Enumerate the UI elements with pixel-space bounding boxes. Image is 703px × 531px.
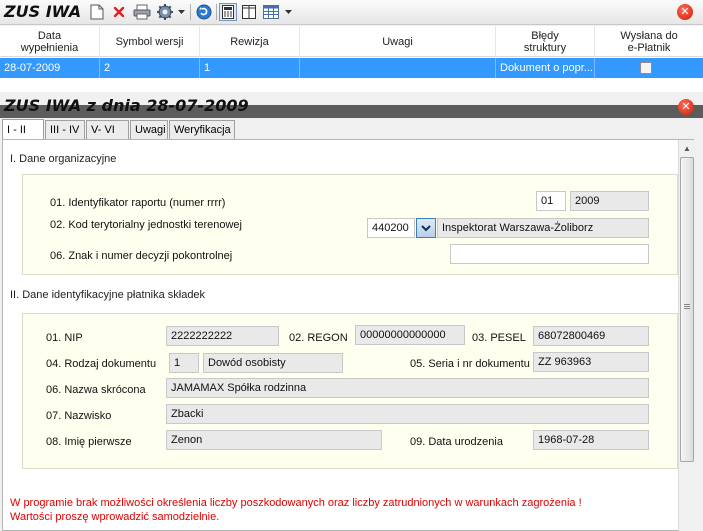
column-header-sent[interactable]: Wysłana do e-Płatnik <box>595 26 703 57</box>
nip-label: 01. NIP <box>46 332 83 344</box>
form-title: ZUS IWA z dnia 28-07-2009 <box>4 96 249 115</box>
document-type-code-field[interactable]: 1 <box>169 353 199 373</box>
column-header-symbol[interactable]: Symbol wersji <box>100 26 200 57</box>
warning-line-1: W programie brak możliwości określenia l… <box>10 497 582 509</box>
cell-date: 28-07-2009 <box>0 58 100 78</box>
tab-verification[interactable]: Weryfikacja <box>169 120 235 139</box>
calculator-icon[interactable] <box>219 3 237 21</box>
document-type-name-field: Dowód osobisty <box>203 353 343 373</box>
decision-field[interactable] <box>450 244 649 264</box>
grid-view-icon[interactable] <box>262 3 280 21</box>
app-title: ZUS IWA <box>4 2 82 21</box>
short-name-field[interactable]: JAMAMAX Spółka rodzinna <box>166 378 649 398</box>
vertical-scrollbar[interactable]: ▲ <box>678 140 694 531</box>
column-header-label: Wysłana do e-Płatnik <box>620 29 678 54</box>
section-title-organizational: I. Dane organizacyjne <box>10 153 117 165</box>
delete-icon[interactable] <box>110 3 128 21</box>
decision-label: 06. Znak i numer decyzji pokontrolnej <box>50 250 233 262</box>
column-header-label: Uwagi <box>382 35 413 48</box>
cell-revision: 1 <box>200 58 300 78</box>
short-name-label: 06. Nazwa skrócona <box>46 384 146 396</box>
chevron-down-icon <box>421 224 431 231</box>
close-form-icon[interactable]: ✕ <box>678 99 694 115</box>
column-header-label: Rewizja <box>230 35 269 48</box>
pesel-field[interactable]: 68072800469 <box>533 326 649 346</box>
territory-dropdown-button[interactable] <box>416 218 436 238</box>
grid-header: Data wypełnienia Symbol wersji Rewizja U… <box>0 26 703 57</box>
document-number-field[interactable]: ZZ 963963 <box>533 352 649 372</box>
columns-icon[interactable] <box>240 3 258 21</box>
scroll-up-arrow-icon[interactable]: ▲ <box>679 140 695 156</box>
birth-date-field[interactable]: 1968-07-28 <box>533 430 649 450</box>
grip-icon <box>684 304 690 305</box>
payer-box: 01. NIP 2222222222 02. REGON 00000000000… <box>22 313 678 469</box>
surname-field[interactable]: Zbacki <box>166 404 649 424</box>
organizational-box: 01. Identyfikator raportu (numer rrrr) 0… <box>22 174 678 275</box>
regon-field[interactable]: 00000000000000 <box>355 325 465 345</box>
chevron-down-icon[interactable] <box>176 3 186 21</box>
column-header-label: Błędy struktury <box>523 29 567 54</box>
territory-code-field[interactable]: 440200 <box>367 218 415 238</box>
cell-errors: Dokument o popr... <box>496 58 595 78</box>
new-document-icon[interactable] <box>88 3 106 21</box>
settings-icon[interactable] <box>156 3 174 21</box>
tab-i-ii[interactable]: I - II <box>2 119 44 139</box>
report-id-number-field[interactable]: 01 <box>536 191 566 211</box>
column-header-errors[interactable]: Błędy struktury <box>496 26 595 57</box>
pesel-label: 03. PESEL <box>472 332 526 344</box>
regon-label: 02. REGON <box>289 332 348 344</box>
column-header-date[interactable]: Data wypełnienia <box>0 26 100 57</box>
column-header-label: Data wypełnienia <box>20 29 79 54</box>
column-header-notes[interactable]: Uwagi <box>300 26 496 57</box>
tab-notes[interactable]: Uwagi <box>130 120 168 139</box>
sent-checkbox[interactable] <box>640 62 652 74</box>
app-toolbar: ZUS IWA ✕ <box>0 0 703 25</box>
column-header-revision[interactable]: Rewizja <box>200 26 300 57</box>
report-id-label: 01. Identyfikator raportu (numer rrrr) <box>50 197 226 209</box>
cell-notes <box>300 58 496 78</box>
table-row[interactable]: 28-07-2009 2 1 Dokument o popr... <box>0 58 703 78</box>
surname-label: 07. Nazwisko <box>46 410 112 422</box>
territory-code-label: 02. Kod terytorialny jednostki terenowej <box>50 219 242 231</box>
first-name-label: 08. Imię pierwsze <box>46 436 132 448</box>
nip-field[interactable]: 2222222222 <box>166 326 279 346</box>
toolbar-separator <box>216 4 217 20</box>
document-number-label: 05. Seria i nr dokumentu <box>410 358 530 370</box>
cell-symbol: 2 <box>100 58 200 78</box>
chevron-down-icon[interactable] <box>283 3 293 21</box>
birth-date-label: 09. Data urodzenia <box>410 436 503 448</box>
tab-iii-iv[interactable]: III - IV <box>45 120 85 139</box>
document-type-label: 04. Rodzaj dokumentu <box>46 358 157 370</box>
report-id-year-field[interactable]: 2009 <box>570 191 649 211</box>
close-app-icon[interactable]: ✕ <box>677 4 693 20</box>
territory-name-field: Inspektorat Warszawa-Żoliborz <box>437 218 649 238</box>
first-name-field[interactable]: Zenon <box>166 430 382 450</box>
tab-v-vi[interactable]: V- VI <box>86 120 129 139</box>
refresh-icon[interactable] <box>195 3 213 21</box>
documents-grid: Data wypełnienia Symbol wersji Rewizja U… <box>0 26 703 118</box>
column-header-label: Symbol wersji <box>115 35 184 48</box>
tab-panel: I. Dane organizacyjne 01. Identyfikator … <box>2 139 694 531</box>
print-icon[interactable] <box>132 3 152 21</box>
toolbar-separator <box>190 4 191 20</box>
section-title-payer: II. Dane identyfikacyjne płatnika składe… <box>10 289 206 301</box>
scrollbar-thumb[interactable] <box>680 157 694 462</box>
warning-line-2: Wartości proszę wprowadzić samodzielnie. <box>10 511 220 523</box>
